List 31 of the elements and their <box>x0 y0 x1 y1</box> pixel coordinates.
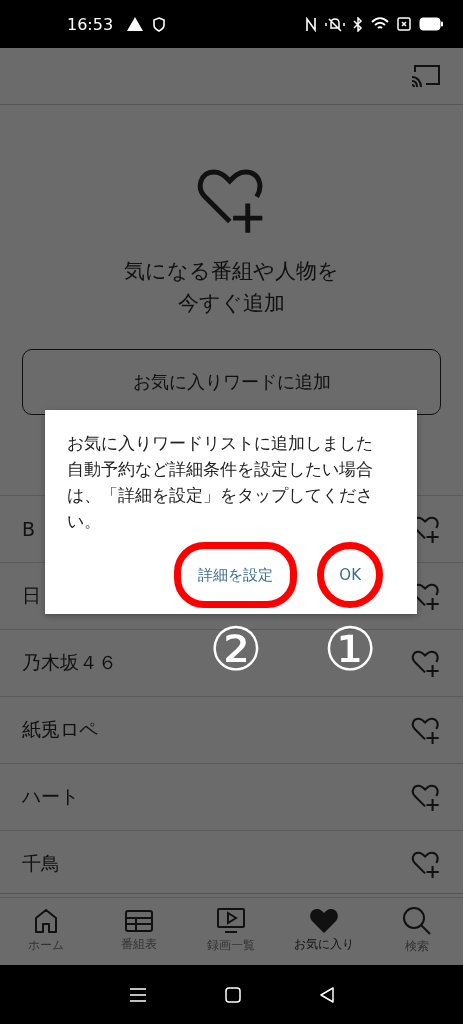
hero-title: 気になる番組や人物を <box>124 258 339 285</box>
favorite-name: 乃木坂４６ <box>22 650 117 675</box>
dialog-button[interactable]: 詳細を設定 <box>182 555 290 595</box>
wifi-icon <box>371 17 389 31</box>
status-time: 16:53 <box>67 14 114 34</box>
dialog-button[interactable]: OK <box>323 556 377 594</box>
favorite-name: ハート <box>22 784 79 809</box>
step-number: ② <box>208 616 263 682</box>
tv-play-icon <box>216 906 247 935</box>
menu-icon[interactable] <box>128 986 147 1003</box>
shield-icon <box>153 16 166 32</box>
nfc-icon <box>305 16 317 32</box>
sim-icon <box>397 17 411 31</box>
back-icon[interactable] <box>318 986 335 1003</box>
battery-icon <box>419 17 443 31</box>
hero-title: 今すぐ追加 <box>178 290 285 317</box>
heart-icon <box>309 907 340 934</box>
search-icon <box>401 905 432 936</box>
nav-tab[interactable]: お気に入り <box>277 894 371 966</box>
cast-icon[interactable] <box>411 63 441 89</box>
favorite-name: 日 <box>22 583 41 608</box>
favorite-name: 紙兎ロペ <box>22 717 98 742</box>
home-button-icon[interactable] <box>224 986 241 1003</box>
bluetooth-icon <box>353 16 363 32</box>
step-number: ① <box>323 616 378 682</box>
mute-icon <box>325 16 345 32</box>
dialog-message: お気に入りワードリストに追加しました自動予約など詳細条件を設定したい場合は、「詳細を設定」をタップしてください。 <box>67 432 374 533</box>
favorite-name: 千鳥 <box>22 851 60 876</box>
grid-icon <box>123 907 154 934</box>
favorite-name: B <box>22 518 36 540</box>
warning-icon <box>127 17 144 31</box>
